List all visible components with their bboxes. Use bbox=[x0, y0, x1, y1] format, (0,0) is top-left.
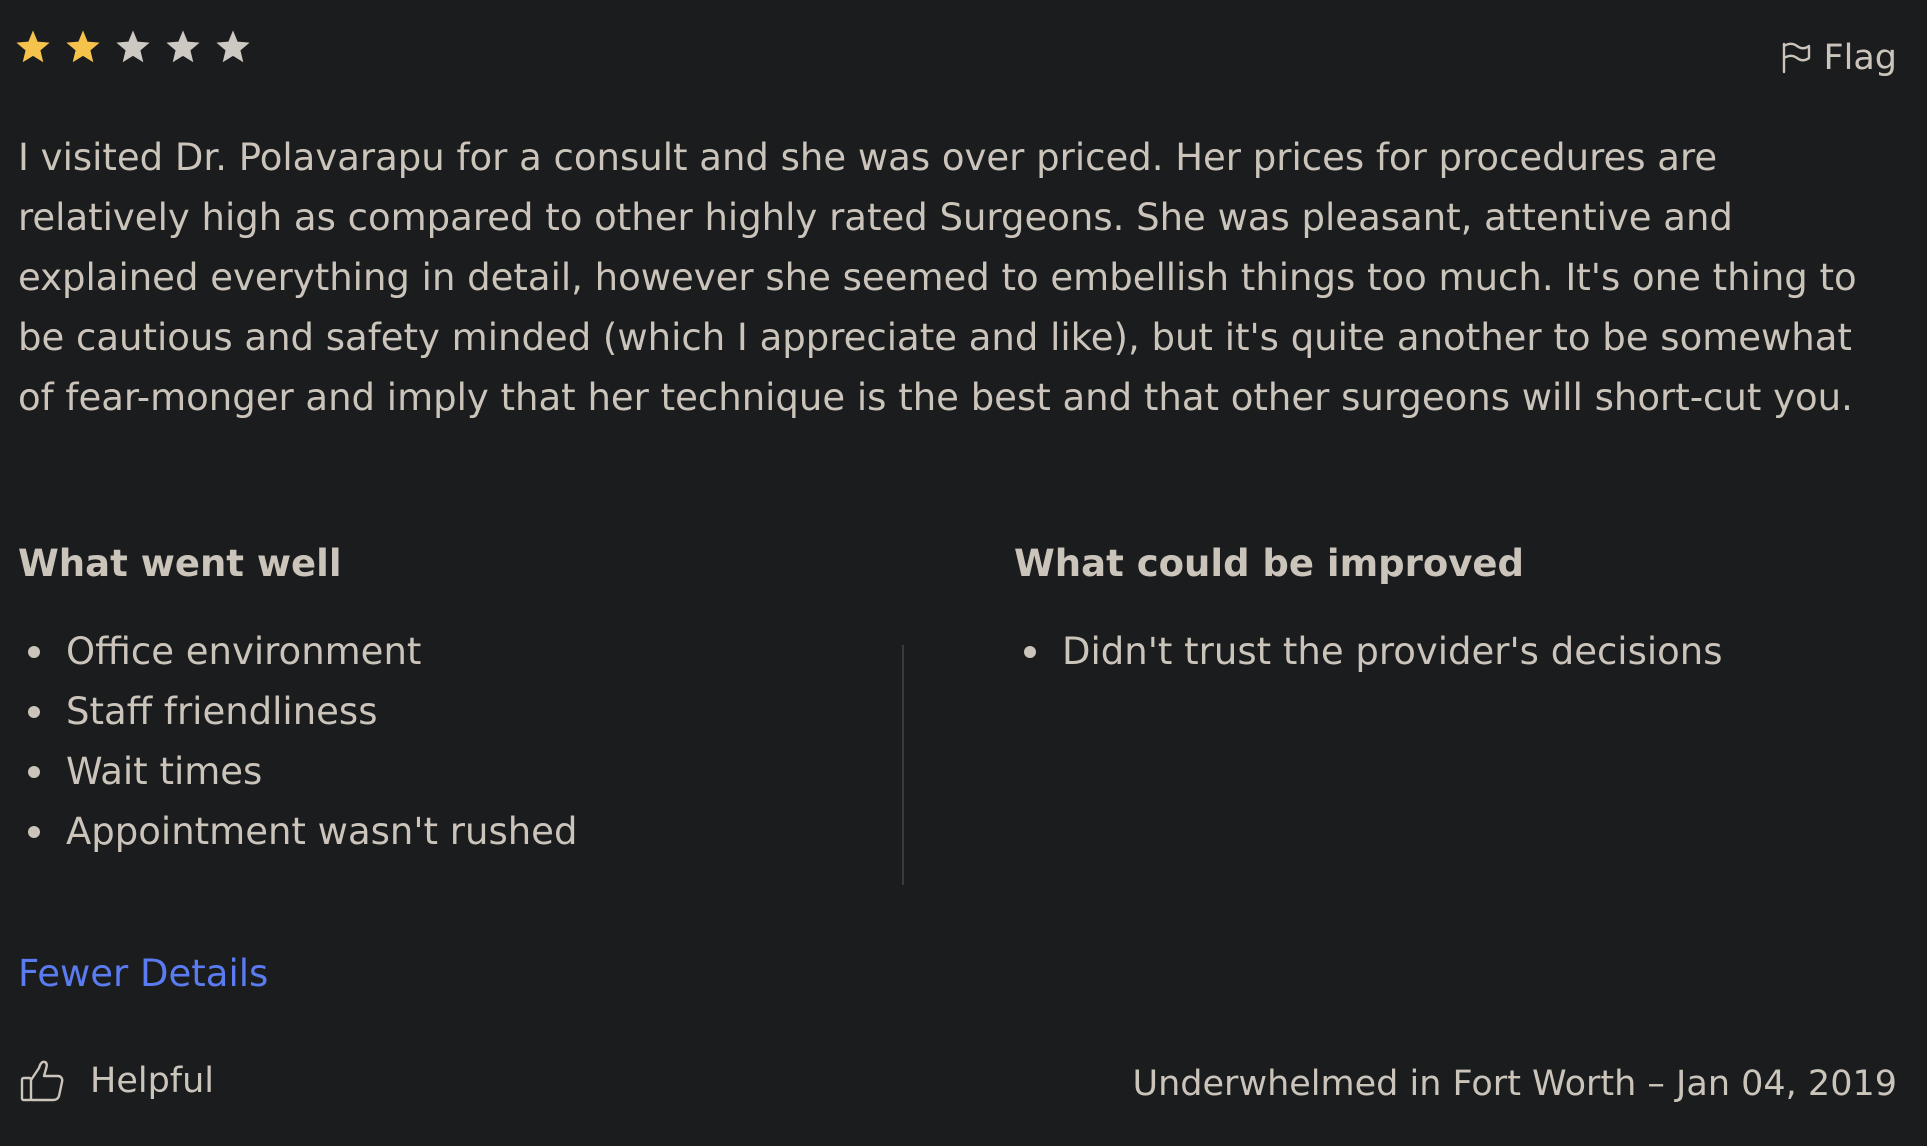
list-item: Office environment bbox=[18, 630, 421, 673]
column-divider bbox=[902, 645, 904, 885]
helpful-button[interactable]: Helpful bbox=[20, 1058, 214, 1104]
list-item: Wait times bbox=[18, 750, 262, 793]
star-empty-icon bbox=[214, 28, 252, 66]
list-item: Appointment wasn't rushed bbox=[18, 810, 577, 853]
thumbs-up-icon bbox=[20, 1058, 66, 1104]
star-empty-icon bbox=[114, 28, 152, 66]
review-card: Flag I visited Dr. Polavarapu for a cons… bbox=[0, 0, 1927, 1146]
could-improve-section: What could be improved Didn't trust the … bbox=[1014, 536, 1894, 673]
went-well-section: What went well Office environment Staff … bbox=[18, 536, 898, 853]
bullet-icon bbox=[28, 705, 40, 718]
list-item: Staff friendliness bbox=[18, 690, 377, 733]
star-filled-icon bbox=[14, 28, 52, 66]
went-well-heading: What went well bbox=[18, 542, 342, 585]
could-improve-heading: What could be improved bbox=[1014, 542, 1524, 585]
flag-button[interactable]: Flag bbox=[1781, 38, 1897, 78]
review-author-date: Underwhelmed in Fort Worth – Jan 04, 201… bbox=[1132, 1064, 1898, 1104]
list-item-label: Staff friendliness bbox=[66, 690, 378, 733]
list-item: Didn't trust the provider's decisions bbox=[1014, 630, 1723, 673]
bullet-icon bbox=[28, 765, 40, 778]
list-item-label: Didn't trust the provider's decisions bbox=[1062, 630, 1723, 673]
bullet-icon bbox=[1024, 645, 1036, 658]
bullet-icon bbox=[28, 645, 40, 658]
star-rating bbox=[14, 28, 252, 66]
flag-icon bbox=[1781, 42, 1811, 74]
helpful-label: Helpful bbox=[90, 1061, 215, 1101]
list-item-label: Wait times bbox=[66, 750, 263, 793]
list-item-label: Appointment wasn't rushed bbox=[66, 810, 578, 853]
review-text: I visited Dr. Polavarapu for a consult a… bbox=[18, 136, 1857, 419]
fewer-details-link[interactable]: Fewer Details bbox=[18, 952, 268, 995]
list-item-label: Office environment bbox=[66, 630, 422, 673]
bullet-icon bbox=[28, 825, 40, 838]
star-filled-icon bbox=[64, 28, 102, 66]
flag-label: Flag bbox=[1823, 38, 1897, 78]
star-empty-icon bbox=[164, 28, 202, 66]
review-details: What went well Office environment Staff … bbox=[18, 536, 1898, 896]
